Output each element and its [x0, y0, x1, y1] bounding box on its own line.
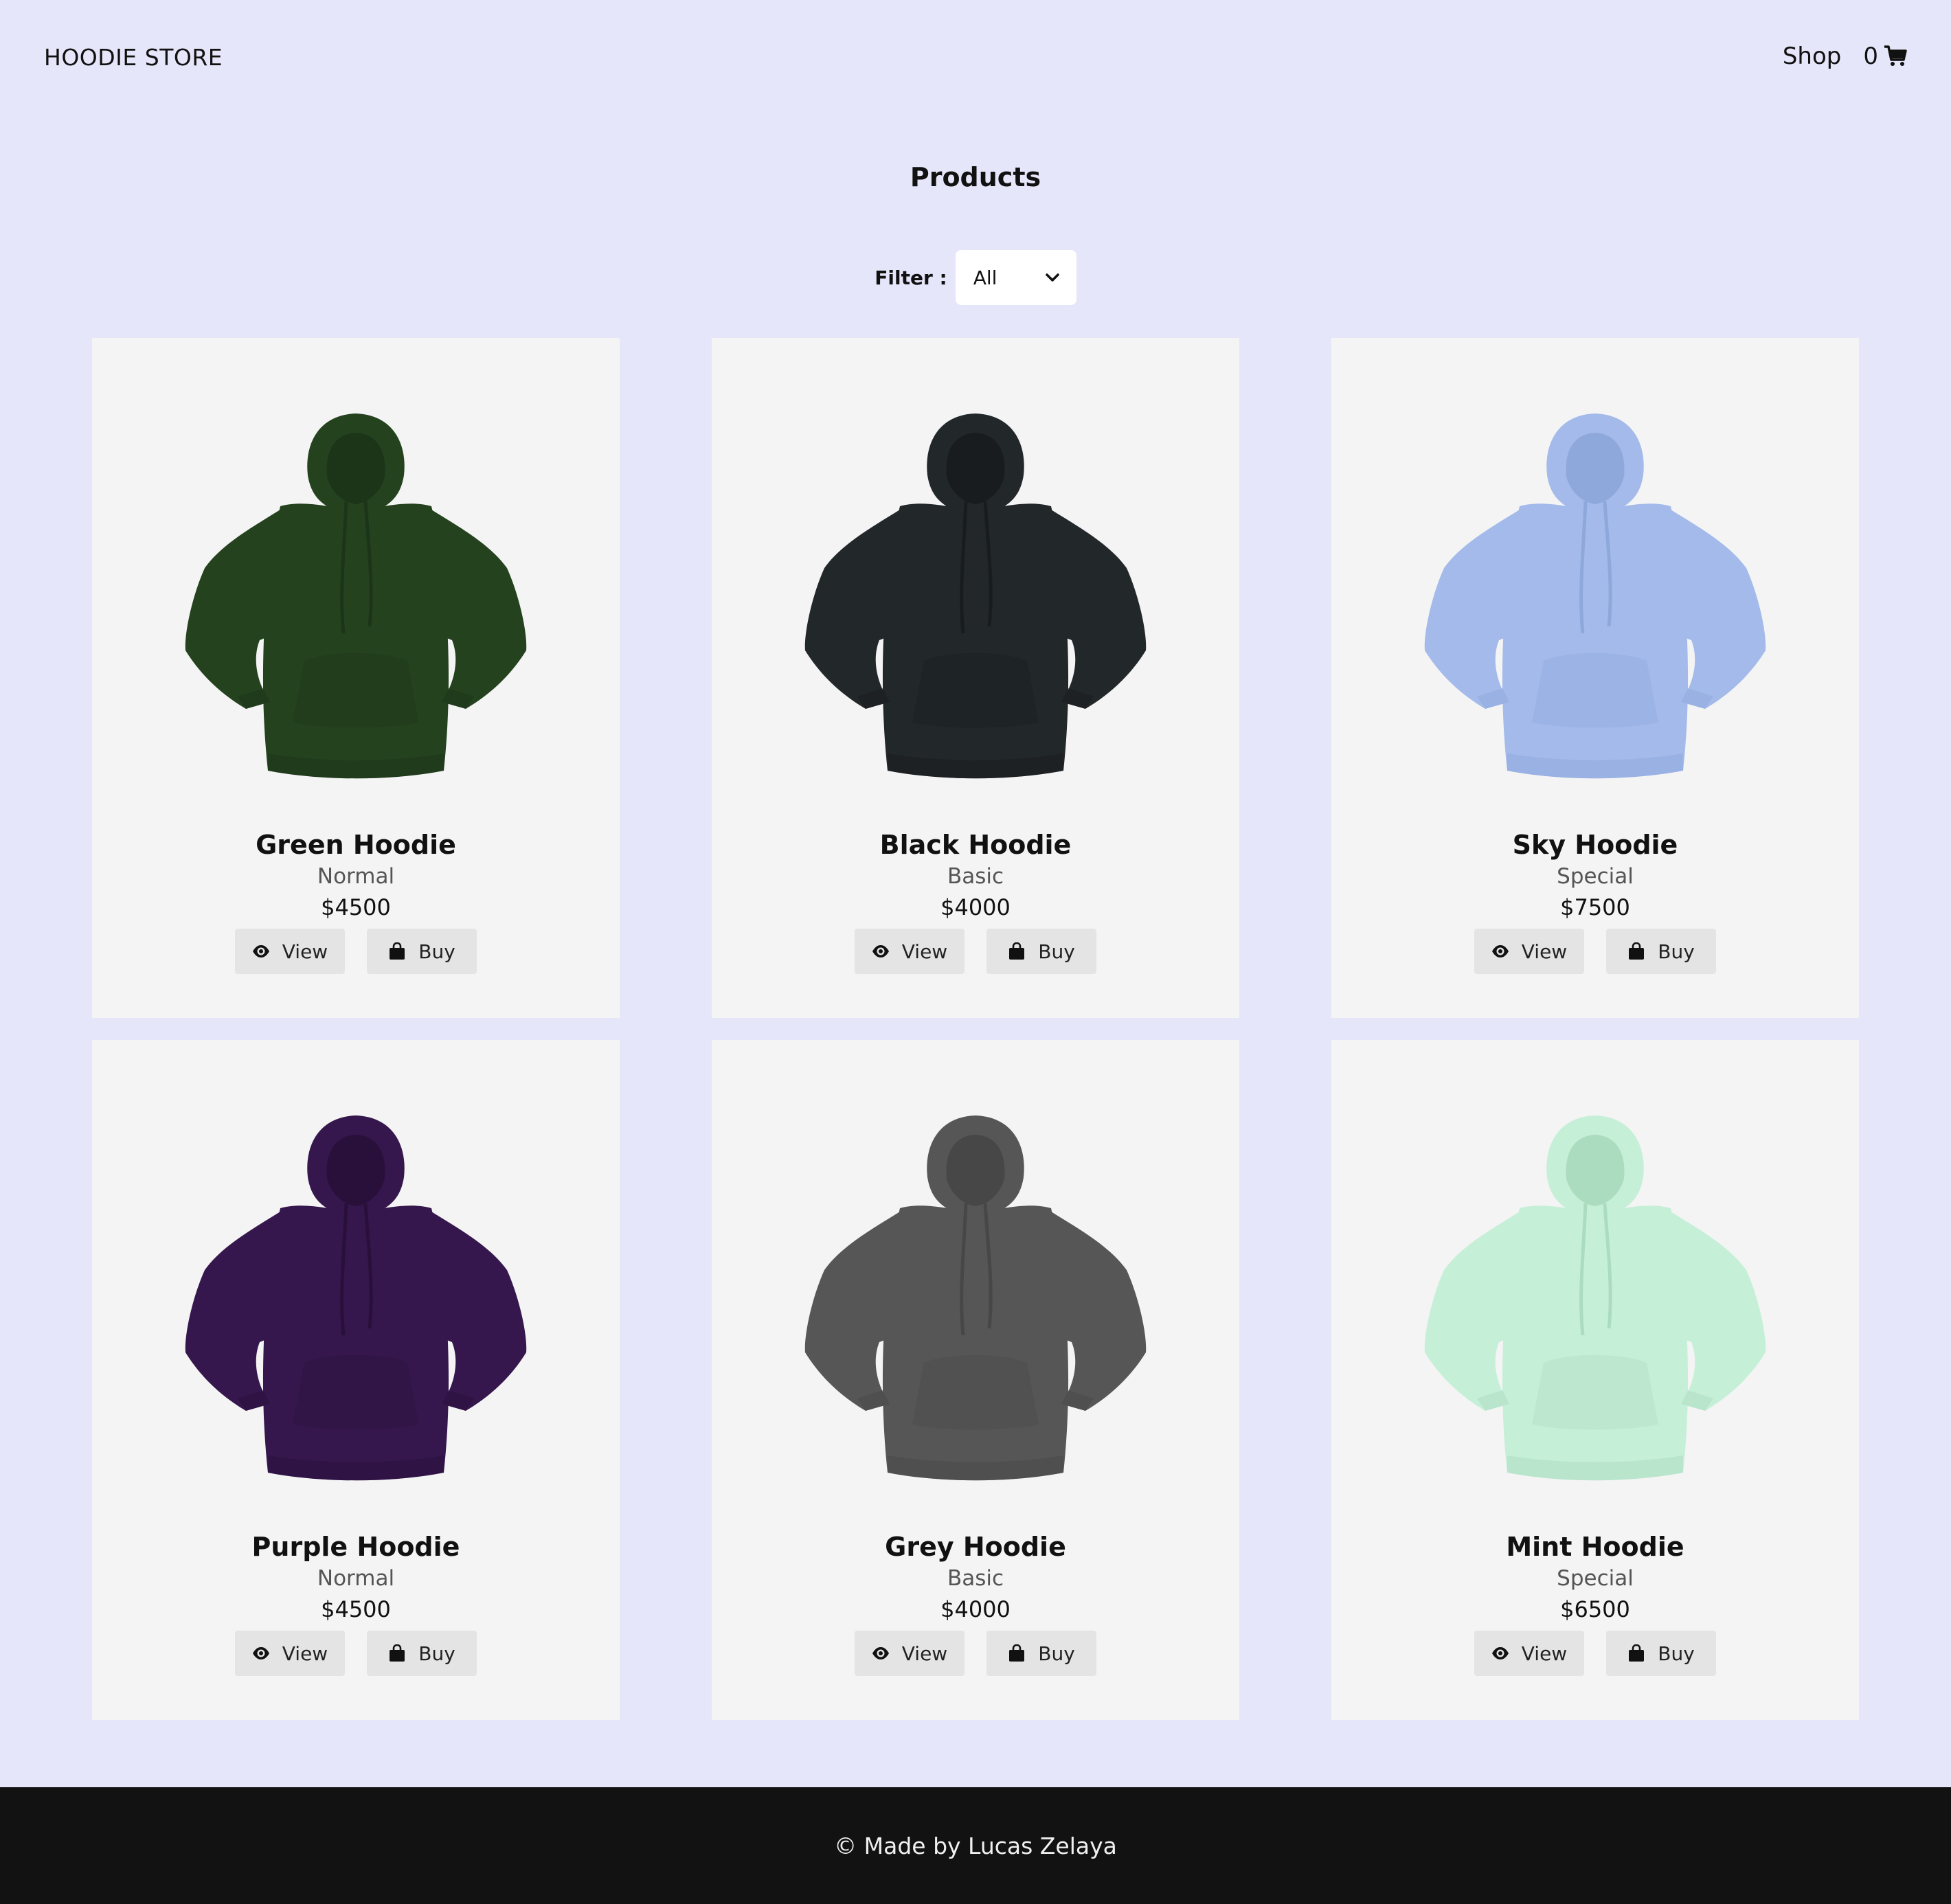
product-actions: View Buy — [92, 929, 620, 974]
product-card-3: Sky Hoodie Special $7500 View Buy — [1331, 338, 1859, 1018]
product-type: Basic — [947, 864, 1004, 889]
view-button[interactable]: View — [855, 929, 965, 974]
product-name: Black Hoodie — [879, 830, 1072, 860]
product-name: Purple Hoodie — [251, 1532, 460, 1562]
product-price: $4000 — [940, 1596, 1011, 1622]
buy-button[interactable]: Buy — [367, 929, 477, 974]
product-actions: View Buy — [712, 929, 1239, 974]
buy-button-label: Buy — [418, 1642, 455, 1665]
buy-button[interactable]: Buy — [986, 1631, 1096, 1676]
product-name: Sky Hoodie — [1512, 830, 1678, 860]
eye-icon — [872, 945, 889, 957]
cart-button[interactable]: 0 — [1863, 43, 1907, 70]
product-card-2: Black Hoodie Basic $4000 View Buy — [712, 338, 1239, 1018]
eye-icon — [1491, 1647, 1509, 1659]
product-image[interactable] — [184, 1115, 528, 1486]
page-title: Products — [910, 162, 1041, 192]
product-price: $6500 — [1560, 1596, 1630, 1622]
view-button[interactable]: View — [1474, 929, 1584, 974]
buy-button-label: Buy — [1658, 940, 1695, 963]
product-name: Mint Hoodie — [1506, 1532, 1684, 1562]
product-image[interactable] — [804, 413, 1147, 784]
view-button[interactable]: View — [1474, 1631, 1584, 1676]
filter-label: Filter : — [875, 266, 947, 289]
buy-button[interactable]: Buy — [986, 929, 1096, 974]
shopping-bag-icon — [1629, 942, 1645, 960]
product-price: $4000 — [940, 894, 1011, 920]
page: HOODIE STORE Shop 0 Products Filter : Al… — [0, 0, 1951, 1904]
eye-icon — [1491, 945, 1509, 957]
filter-selected-value: All — [973, 266, 997, 289]
product-image[interactable] — [804, 1115, 1147, 1486]
eye-icon — [252, 1647, 269, 1659]
view-button-label: View — [1521, 940, 1568, 963]
product-type: Normal — [317, 1566, 395, 1591]
eye-icon — [872, 1647, 889, 1659]
footer-credit: © Made by Lucas Zelaya — [834, 1832, 1117, 1859]
view-button-label: View — [282, 940, 328, 963]
brand-logo[interactable]: HOODIE STORE — [44, 44, 223, 71]
view-button-label: View — [282, 1642, 328, 1665]
buy-button[interactable]: Buy — [1606, 1631, 1716, 1676]
product-price: $4500 — [321, 1596, 391, 1622]
footer: © Made by Lucas Zelaya — [0, 1787, 1951, 1904]
product-card-5: Grey Hoodie Basic $4000 View Buy — [712, 1040, 1239, 1720]
shopping-bag-icon — [390, 1644, 405, 1662]
view-button[interactable]: View — [235, 1631, 345, 1676]
product-price: $4500 — [321, 894, 391, 920]
product-actions: View Buy — [712, 1631, 1239, 1676]
view-button-label: View — [1521, 1642, 1568, 1665]
cart-count: 0 — [1863, 43, 1878, 70]
shopping-bag-icon — [1629, 1644, 1645, 1662]
product-grid: Green Hoodie Normal $4500 View Buy Black… — [92, 338, 1859, 1720]
product-name: Green Hoodie — [256, 830, 456, 860]
filter-select[interactable]: All — [955, 250, 1076, 305]
product-name: Grey Hoodie — [885, 1532, 1066, 1562]
shopping-bag-icon — [1009, 1644, 1025, 1662]
buy-button[interactable]: Buy — [1606, 929, 1716, 974]
product-price: $7500 — [1560, 894, 1630, 920]
product-card-6: Mint Hoodie Special $6500 View Buy — [1331, 1040, 1859, 1720]
view-button-label: View — [901, 940, 948, 963]
product-type: Special — [1557, 864, 1634, 889]
product-actions: View Buy — [1331, 1631, 1859, 1676]
product-actions: View Buy — [92, 1631, 620, 1676]
product-card-4: Purple Hoodie Normal $4500 View Buy — [92, 1040, 620, 1720]
product-image[interactable] — [184, 413, 528, 784]
top-nav: Shop 0 — [1783, 43, 1907, 70]
buy-button-label: Buy — [1658, 1642, 1695, 1665]
product-card-1: Green Hoodie Normal $4500 View Buy — [92, 338, 620, 1018]
eye-icon — [252, 945, 269, 957]
shopping-bag-icon — [390, 942, 405, 960]
view-button[interactable]: View — [855, 1631, 965, 1676]
chevron-down-icon — [1045, 273, 1059, 282]
view-button-label: View — [901, 1642, 948, 1665]
product-type: Basic — [947, 1566, 1004, 1591]
product-type: Special — [1557, 1566, 1634, 1591]
header: HOODIE STORE Shop 0 — [0, 0, 1951, 121]
buy-button-label: Buy — [1038, 940, 1075, 963]
product-image[interactable] — [1423, 1115, 1767, 1486]
cart-icon — [1884, 45, 1907, 66]
buy-button[interactable]: Buy — [367, 1631, 477, 1676]
view-button[interactable]: View — [235, 929, 345, 974]
filter-bar: Filter : All — [0, 250, 1951, 305]
product-type: Normal — [317, 864, 395, 889]
product-image[interactable] — [1423, 413, 1767, 784]
product-actions: View Buy — [1331, 929, 1859, 974]
buy-button-label: Buy — [1038, 1642, 1075, 1665]
shopping-bag-icon — [1009, 942, 1025, 960]
nav-shop-link[interactable]: Shop — [1783, 43, 1842, 70]
buy-button-label: Buy — [418, 940, 455, 963]
